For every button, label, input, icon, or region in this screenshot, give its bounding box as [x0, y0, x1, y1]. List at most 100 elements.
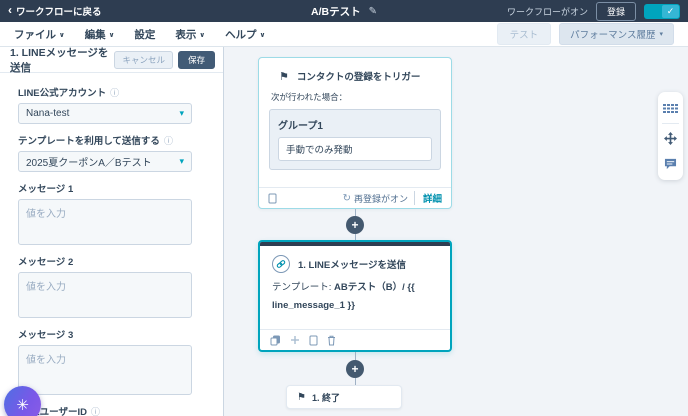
message1-label: メッセージ 1 [18, 181, 192, 195]
flag-icon: ⚑ [279, 70, 289, 83]
chevron-down-icon: ▾ [179, 156, 184, 166]
chevron-down-icon: ∨ [59, 31, 65, 39]
action-edit-panel: 1. LINEメッセージを送信 キャンセル 保存 LINE公式アカウント ⓘ N… [0, 47, 224, 416]
chevron-down-icon: ∨ [108, 31, 115, 39]
message2-textarea[interactable] [18, 272, 192, 318]
performance-history-button[interactable]: パフォーマンス履歴 ▾ [559, 23, 674, 45]
template-field-label: テンプレートを利用して送信する ⓘ [18, 133, 192, 148]
panel-body: LINE公式アカウント ⓘ Nana-test ▾ テンプレートを利用して送信す… [0, 73, 223, 416]
add-step-button[interactable]: + [346, 216, 364, 234]
message1-textarea[interactable] [18, 199, 192, 245]
register-button[interactable]: 登録 [595, 1, 636, 21]
trigger-card[interactable]: ⚑ コンタクトの登録をトリガー 次が行われた場合： グループ1 手動でのみ発動 … [258, 57, 452, 209]
trigger-title: コンタクトの登録をトリガー [296, 72, 421, 83]
back-label: ワークフローに戻る [16, 7, 102, 18]
info-icon[interactable]: ⓘ [91, 405, 100, 416]
connector: + [346, 209, 364, 240]
test-button[interactable]: テスト [496, 23, 552, 45]
info-icon[interactable]: ⓘ [164, 134, 173, 147]
action-title: 1. LINEメッセージを送信 [298, 260, 407, 271]
message2-label: メッセージ 2 [18, 254, 192, 268]
line-message-icon [272, 255, 290, 273]
trigger-card-footer: ↻ 再登録がオン 詳細 [259, 187, 451, 208]
save-button[interactable]: 保存 [177, 50, 215, 69]
template-select-value: 2025夏クーポンA／Bテスト [26, 158, 152, 169]
minimap-icon[interactable] [658, 96, 683, 121]
workflow-title-wrap: A/Bテスト ✎ [311, 4, 377, 19]
message3-label-text: メッセージ 3 [18, 330, 74, 341]
panel-header: 1. LINEメッセージを送信 キャンセル 保存 [0, 46, 223, 74]
menu-help-label: ヘルプ [225, 28, 257, 41]
back-chevron-icon: ‹ [8, 3, 12, 17]
chevron-down-icon: ∨ [259, 31, 266, 39]
template-label-text: テンプレートを利用して送信する [18, 136, 160, 147]
edit-title-icon[interactable]: ✎ [369, 6, 377, 17]
message1-label-text: メッセージ 1 [18, 184, 74, 195]
chevron-down-icon: ▾ [179, 108, 184, 118]
user-id-label: LINEユーザーID ⓘ [18, 404, 192, 416]
message3-label: メッセージ 3 [18, 327, 192, 341]
pan-tool-icon[interactable] [658, 126, 683, 151]
ai-assistant-button[interactable]: ✳ [4, 386, 41, 416]
comment-icon[interactable] [658, 151, 683, 176]
group-condition-value: 手動でのみ発動 [278, 137, 432, 161]
menu-view-label: 表示 [175, 28, 197, 41]
add-icon[interactable] [290, 335, 300, 345]
menu-help[interactable]: ヘルプ ∨ [225, 27, 265, 42]
toolbar-divider [662, 123, 679, 124]
copy-icon[interactable] [309, 335, 318, 346]
menu-settings-label: 設定 [134, 28, 156, 41]
details-link[interactable]: 詳細 [413, 191, 442, 205]
menu-file-label: ファイル [14, 28, 56, 41]
connector-line [354, 352, 356, 360]
action-card-selected[interactable]: 1. LINEメッセージを送信 テンプレート: ABテスト（B）/ {{ lin… [258, 240, 452, 352]
connector-line [354, 209, 356, 216]
workflow-title: A/Bテスト [311, 5, 361, 18]
toggle-check-icon: ✓ [662, 4, 679, 18]
connector: + [346, 352, 364, 385]
cancel-button[interactable]: キャンセル [114, 50, 173, 69]
panel-title: 1. LINEメッセージを送信 [10, 46, 109, 74]
refresh-icon: ↻ [342, 192, 351, 204]
message3-textarea[interactable] [18, 345, 192, 395]
workflow-on-toggle[interactable]: ✓ [644, 3, 680, 19]
account-select[interactable]: Nana-test ▾ [18, 103, 192, 124]
reenrollment-label: 再登録がオン [353, 193, 408, 204]
copy-icon[interactable] [268, 193, 277, 204]
performance-history-label: パフォーマンス履歴 [570, 30, 656, 41]
end-title: 1. 終了 [311, 392, 340, 403]
trigger-group-box[interactable]: グループ1 手動でのみ発動 [269, 109, 441, 170]
group-title: グループ1 [278, 121, 323, 132]
chevron-down-icon: ▾ [659, 31, 663, 38]
menu-settings[interactable]: 設定 [134, 27, 155, 42]
trigger-condition-label: 次が行われた場合： [271, 92, 348, 102]
menu-bar: ファイル ∨ 編集 ∨ 設定 表示 ∨ ヘルプ ∨ テスト パフォーマンス履歴 … [0, 22, 688, 47]
menu-edit[interactable]: 編集 ∨ [85, 27, 115, 42]
back-to-workflow-link[interactable]: ‹ ワークフローに戻る [8, 4, 102, 18]
account-select-value: Nana-test [26, 108, 70, 119]
menu-view[interactable]: 表示 ∨ [175, 27, 205, 42]
message2-label-text: メッセージ 2 [18, 257, 74, 268]
delete-icon[interactable] [327, 335, 336, 346]
canvas-side-toolbar [658, 92, 683, 180]
menu-file[interactable]: ファイル ∨ [14, 27, 65, 42]
end-card[interactable]: ⚑ 1. 終了 [286, 385, 402, 409]
sparkle-icon: ✳ [16, 396, 29, 414]
chevron-down-icon: ∨ [199, 31, 206, 39]
connector-line [354, 378, 356, 385]
action-card-footer [260, 329, 450, 350]
top-bar: ‹ ワークフローに戻る A/Bテスト ✎ ワークフローがオン 登録 ✓ [0, 0, 688, 22]
account-label-text: LINE公式アカウント [18, 88, 107, 99]
menu-edit-label: 編集 [84, 28, 106, 41]
clone-icon[interactable] [270, 335, 281, 346]
action-body: テンプレート: ABテスト（B）/ {{ line_message_1 }} [260, 277, 450, 317]
workflow-canvas[interactable]: ⚑ コンタクトの登録をトリガー 次が行われた場合： グループ1 手動でのみ発動 … [225, 47, 688, 416]
template-select[interactable]: 2025夏クーポンA／Bテスト ▾ [18, 151, 192, 172]
flag-icon: ⚑ [297, 391, 306, 403]
action-body-prefix: テンプレート: [272, 282, 334, 293]
workflow-status-label: ワークフローがオン [506, 6, 588, 17]
reenrollment-status: ↻ 再登録がオン [343, 192, 408, 205]
add-step-button[interactable]: + [346, 360, 364, 378]
info-icon[interactable]: ⓘ [110, 86, 119, 99]
account-field-label: LINE公式アカウント ⓘ [18, 85, 192, 100]
